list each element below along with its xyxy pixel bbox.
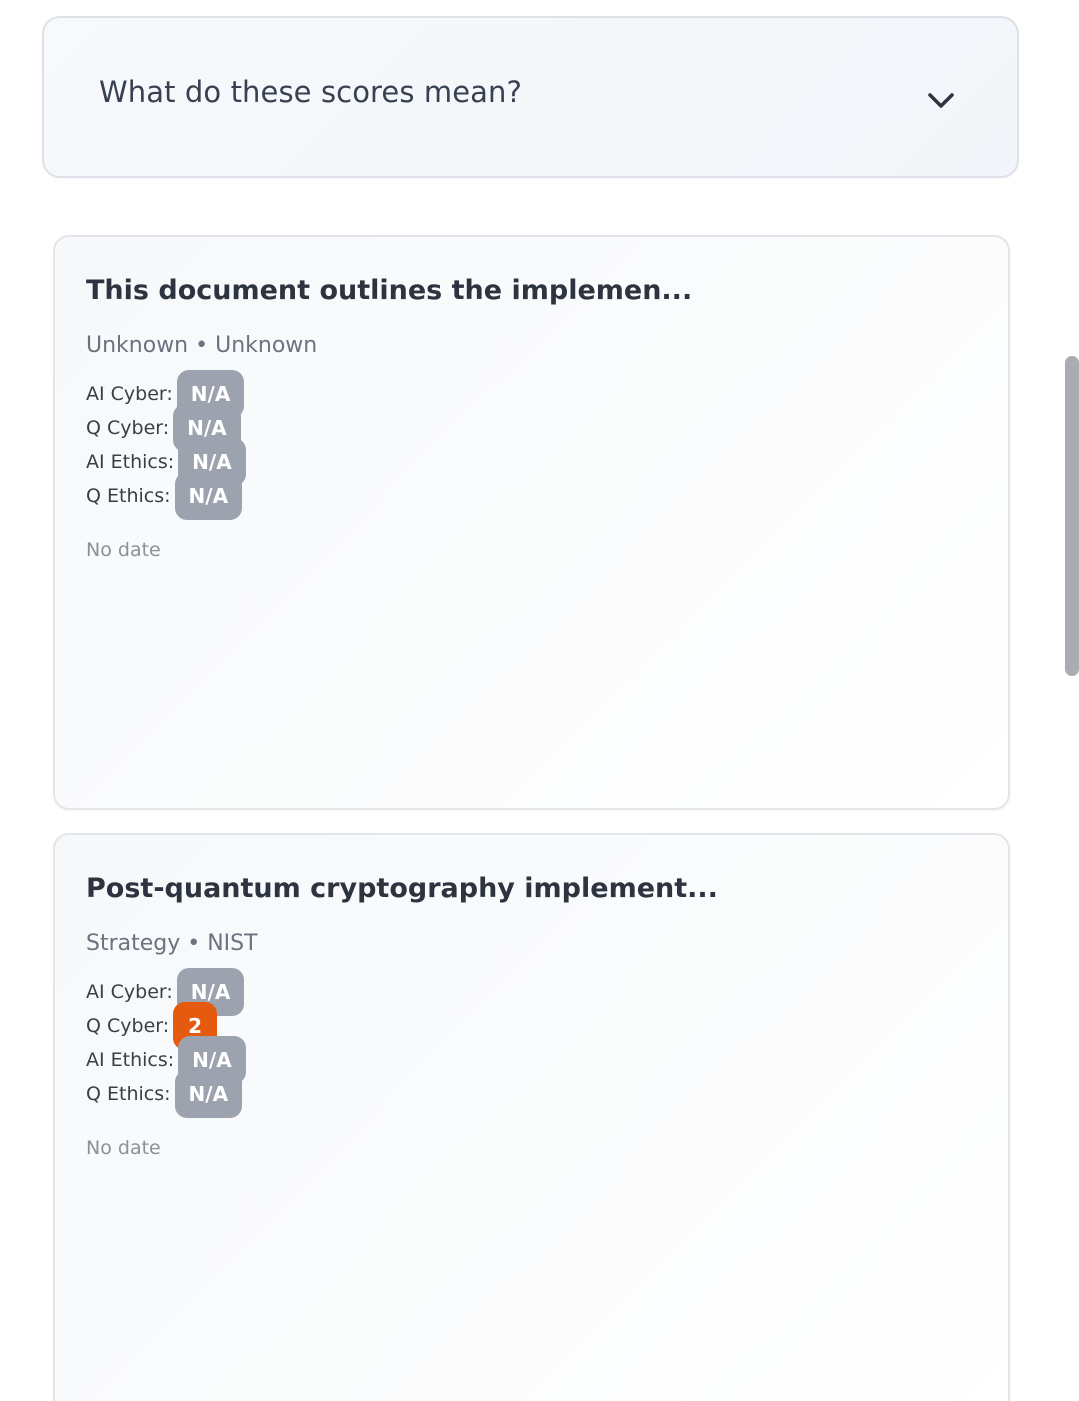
page: What do these scores mean? This document… (0, 0, 1079, 1401)
score-label: AI Ethics: (86, 451, 175, 473)
score-list: AI Cyber: N/A Q Cyber: 2 AI Ethics: N/A … (86, 968, 246, 1118)
score-list: AI Cyber: N/A Q Cyber: N/A AI Ethics: N/… (86, 370, 246, 520)
document-date: No date (86, 539, 161, 561)
document-meta: Unknown • Unknown (86, 333, 318, 358)
chevron-down-icon[interactable] (926, 90, 956, 112)
score-label: AI Cyber: (86, 383, 173, 405)
document-meta: Strategy • NIST (86, 931, 258, 956)
score-label: AI Ethics: (86, 1049, 175, 1071)
score-row-q-ethics: Q Ethics: N/A (86, 472, 246, 520)
score-label: Q Cyber: (86, 417, 170, 439)
score-label: Q Cyber: (86, 1015, 170, 1037)
document-title[interactable]: This document outlines the implemen... (86, 275, 692, 307)
accordion-title: What do these scores mean? (99, 75, 523, 109)
document-date: No date (86, 1137, 161, 1159)
scores-explanation-accordion[interactable]: What do these scores mean? (42, 16, 1019, 178)
score-row-q-ethics: Q Ethics: N/A (86, 1070, 246, 1118)
score-badge: N/A (174, 1070, 243, 1118)
document-card[interactable]: This document outlines the implemen... U… (53, 235, 1010, 810)
document-title[interactable]: Post-quantum cryptography implement... (86, 873, 718, 905)
score-label: Q Ethics: (86, 1083, 171, 1105)
score-row-ai-cyber: AI Cyber: N/A (86, 968, 246, 1016)
scrollbar-thumb[interactable] (1065, 356, 1079, 676)
document-card[interactable]: Post-quantum cryptography implement... S… (53, 833, 1010, 1401)
score-label: AI Cyber: (86, 981, 173, 1003)
score-label: Q Ethics: (86, 485, 171, 507)
score-badge: N/A (174, 472, 243, 520)
